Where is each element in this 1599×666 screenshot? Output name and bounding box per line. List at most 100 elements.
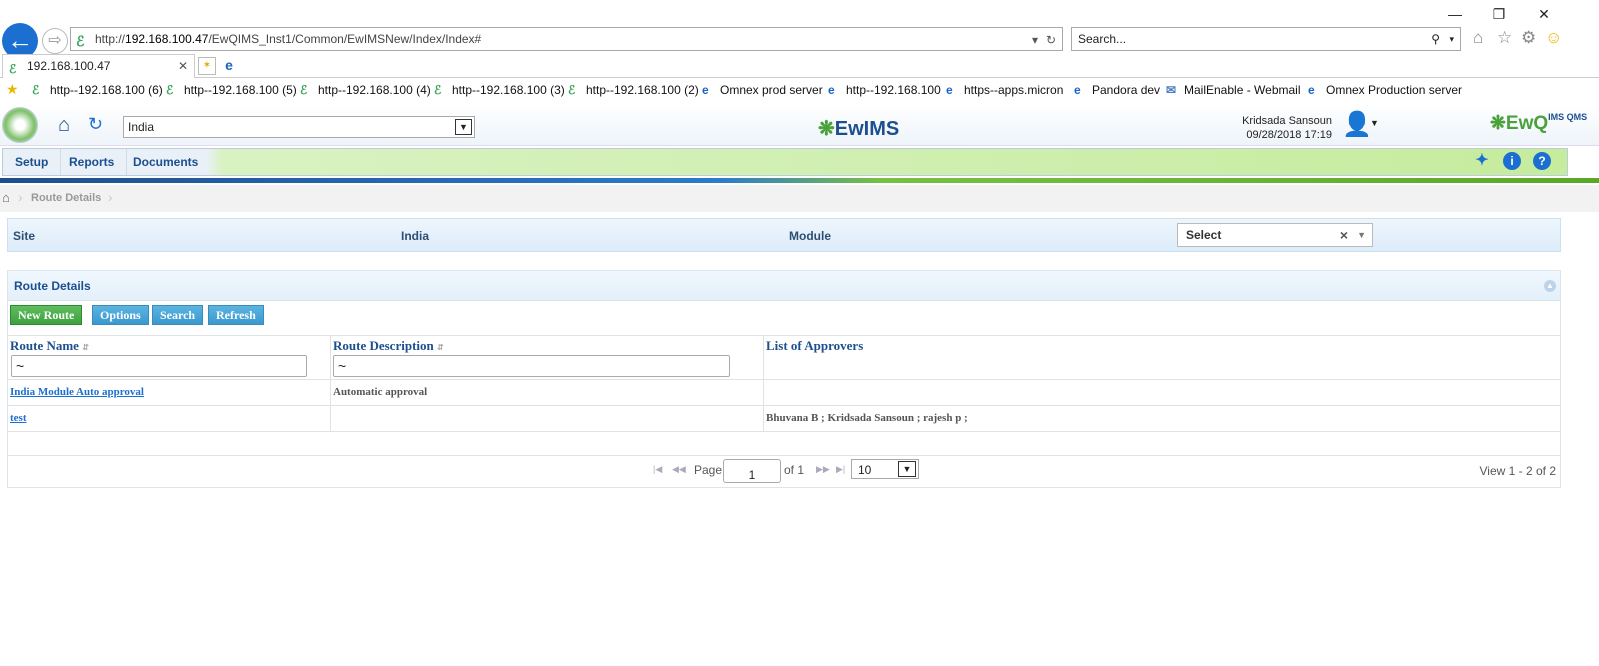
menu-reports[interactable]: Reports xyxy=(57,149,128,175)
chevron-down-icon[interactable]: ▼ xyxy=(898,461,916,477)
filter-bar: Site India Module Select × ▼ xyxy=(7,218,1561,252)
refresh-icon[interactable]: ↻ xyxy=(88,114,103,135)
gear-icon[interactable]: ⚙ xyxy=(1521,28,1536,48)
favorite-link[interactable]: ℰhttp--192.168.100 (2) xyxy=(568,83,699,97)
module-select[interactable]: Select × ▼ xyxy=(1177,223,1373,247)
divider xyxy=(8,379,1560,380)
browser-search-input[interactable]: Search... ⚲ ▾ xyxy=(1071,27,1461,51)
col-header-route-description[interactable]: Route Description ⇵ xyxy=(333,338,444,354)
user-name: Kridsada Sansoun xyxy=(1242,115,1332,127)
pin-icon[interactable]: ✦ xyxy=(1473,152,1491,170)
chevron-down-icon[interactable]: ▼ xyxy=(1357,224,1366,246)
search-button[interactable]: Search xyxy=(152,305,204,325)
collapse-icon[interactable]: ▲ xyxy=(1544,280,1556,292)
pager: |◀ ◀◀ Page 1 of 1 ▶▶ ▶| 10 ▼ View 1 - 2 … xyxy=(8,455,1560,487)
breadcrumb: ⌂ › Route Details › xyxy=(0,185,1599,212)
browser-tabbar: ℰ 192.168.100.47 ✕ ✶ e xyxy=(0,54,1599,78)
favorite-link[interactable]: e Omnex Production server xyxy=(1308,83,1462,97)
favorite-link[interactable]: e Pandora dev xyxy=(1074,83,1160,97)
new-route-button[interactable]: New Route xyxy=(10,305,83,325)
view-count: View 1 - 2 of 2 xyxy=(1479,464,1557,478)
ew-icon: ℰ xyxy=(300,83,308,97)
tab-favicon-icon: ℰ xyxy=(9,62,17,76)
page-count: of 1 xyxy=(784,463,805,477)
favorite-link[interactable]: e https--apps.micron xyxy=(946,83,1063,97)
route-description-cell: Automatic approval xyxy=(333,386,428,398)
smiley-icon[interactable]: ☺ xyxy=(1545,28,1562,48)
site-favicon-icon: ℰ xyxy=(76,33,85,49)
favorite-link[interactable]: e http--192.168.100 xyxy=(828,83,941,97)
favorite-link[interactable]: e Omnex prod server xyxy=(702,83,823,97)
info-icon[interactable]: i xyxy=(1503,152,1521,170)
favorite-link[interactable]: ℰhttp--192.168.100 (4) xyxy=(300,83,431,97)
home-icon[interactable]: ⌂ xyxy=(58,114,70,137)
close-tab-icon[interactable]: ✕ xyxy=(178,55,188,77)
favorite-link[interactable]: ℰhttp--192.168.100 (3) xyxy=(434,83,565,97)
help-icon[interactable]: ? xyxy=(1533,152,1551,170)
route-name-link[interactable]: test xyxy=(10,412,27,424)
close-window-button[interactable]: ✕ xyxy=(1530,4,1558,24)
favorite-link[interactable]: ℰhttp--192.168.100 (5) xyxy=(166,83,297,97)
prev-page-icon[interactable]: ◀◀ xyxy=(672,464,686,475)
next-page-icon[interactable]: ▶▶ xyxy=(816,464,830,475)
restore-button[interactable]: ❐ xyxy=(1485,4,1513,24)
col-header-route-name[interactable]: Route Name ⇵ xyxy=(10,338,89,354)
panel-title: Route Details xyxy=(14,279,91,293)
url-prefix: http:// xyxy=(95,32,126,46)
chevron-down-icon[interactable]: ▾ xyxy=(1032,29,1038,51)
divider xyxy=(8,335,1560,336)
col-header-approvers[interactable]: List of Approvers xyxy=(766,338,863,354)
ewims-logo: ❋EwIMS xyxy=(818,118,900,140)
options-button[interactable]: Options xyxy=(92,305,149,325)
chevron-down-icon[interactable]: ▼ xyxy=(1370,118,1379,128)
home-icon[interactable]: ⌂ xyxy=(1473,28,1483,48)
refresh-icon[interactable]: ↻ xyxy=(1046,29,1056,51)
new-tab-button[interactable]: ✶ xyxy=(198,57,216,75)
browser-navbar: ← ⇨ ℰ http://192.168.100.47/EwQIMS_Inst1… xyxy=(0,22,1599,59)
search-placeholder: Search... xyxy=(1078,32,1127,46)
sort-icon[interactable]: ⇵ xyxy=(437,343,444,352)
last-page-icon[interactable]: ▶| xyxy=(836,464,845,475)
ie-icon[interactable]: e xyxy=(220,57,238,75)
app-logo-icon[interactable] xyxy=(2,107,38,143)
refresh-button[interactable]: Refresh xyxy=(208,305,264,325)
chevron-down-icon[interactable]: ▼ xyxy=(455,119,472,135)
address-bar[interactable]: ℰ http://192.168.100.47/EwQIMS_Inst1/Com… xyxy=(70,27,1063,51)
favorites-bar: ★ ℰhttp--192.168.100 (6) ℰhttp--192.168.… xyxy=(0,80,1599,102)
sort-icon[interactable]: ⇵ xyxy=(82,343,89,352)
browser-tab[interactable]: ℰ 192.168.100.47 ✕ xyxy=(2,54,195,78)
avatar[interactable]: 👤 xyxy=(1342,110,1372,140)
site-select[interactable]: India ▼ xyxy=(123,116,475,138)
chevron-down-icon[interactable]: ▾ xyxy=(1449,28,1454,50)
forward-button[interactable]: ⇨ xyxy=(42,28,68,54)
ie-icon: e xyxy=(828,83,835,97)
menu-setup[interactable]: Setup xyxy=(3,149,62,175)
brand-logo: ❋EwQIMS QMS xyxy=(1490,112,1588,134)
site-select-value: India xyxy=(128,120,155,134)
menu-documents[interactable]: Documents xyxy=(121,149,210,175)
page-label: Page xyxy=(694,463,723,477)
home-icon[interactable]: ⌂ xyxy=(2,190,10,205)
favorite-link[interactable]: ℰhttp--192.168.100 (6) xyxy=(32,83,163,97)
first-page-icon[interactable]: |◀ xyxy=(653,464,662,475)
route-name-filter-input[interactable]: ~ xyxy=(11,355,307,377)
ew-icon: ℰ xyxy=(568,83,576,97)
clear-icon[interactable]: × xyxy=(1340,224,1348,246)
route-name-link[interactable]: India Module Auto approval xyxy=(10,386,144,398)
ie-icon: e xyxy=(1308,83,1315,97)
search-icon[interactable]: ⚲ xyxy=(1431,28,1440,50)
favorite-link[interactable]: ✉ MailEnable - Webmail xyxy=(1166,83,1301,97)
page-size-select[interactable]: 10 ▼ xyxy=(851,459,919,479)
favorites-star-icon[interactable]: ★ xyxy=(6,81,19,98)
ew-icon: ℰ xyxy=(166,83,174,97)
module-label: Module xyxy=(789,229,831,243)
minimize-button[interactable]: — xyxy=(1441,4,1469,24)
color-stripe xyxy=(0,178,1599,183)
star-icon[interactable]: ☆ xyxy=(1497,28,1512,48)
divider xyxy=(330,335,331,431)
chevron-right-icon: › xyxy=(108,189,113,205)
main-menu: Setup Reports Documents xyxy=(2,148,1568,176)
page-input[interactable]: 1 xyxy=(723,459,781,483)
route-description-filter-input[interactable]: ~ xyxy=(333,355,730,377)
site-label: Site xyxy=(13,229,36,243)
